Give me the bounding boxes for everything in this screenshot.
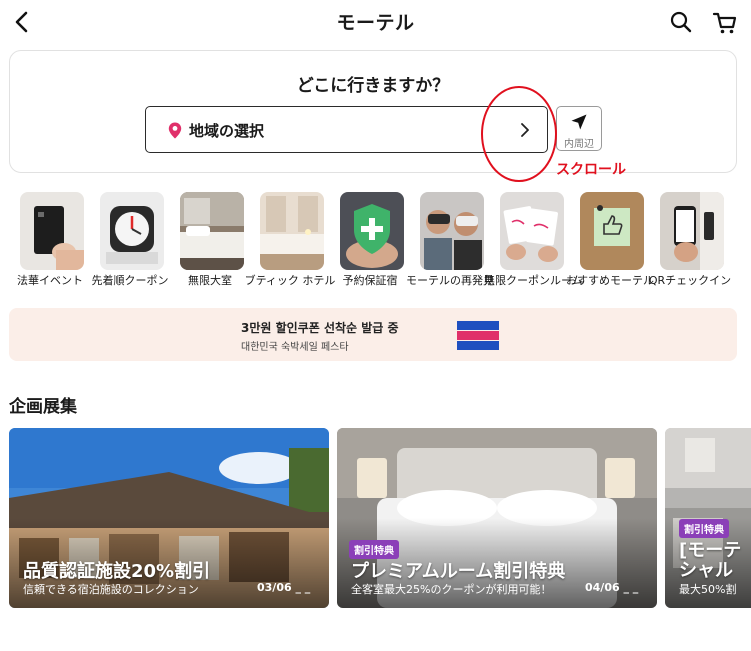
feature-card-title: 品質認証施設20%割引: [23, 561, 211, 582]
banner-title: 3만원 할인쿠폰 선착순 발급 중: [241, 321, 399, 335]
category-label: 予約保証宿: [342, 274, 398, 287]
search-card: どこに行きますか？ 地域の選択 内周辺: [9, 50, 737, 173]
category-thumbnail: [660, 192, 724, 270]
feature-card-title-line2: シャル: [679, 560, 733, 581]
category-label: ブティック ホテル: [244, 274, 336, 287]
feature-card-subtitle: 信頼できる宿泊施設のコレクション: [23, 583, 199, 596]
feature-card-date: 04/06 _ _: [585, 581, 639, 594]
region-select-button[interactable]: 地域の選択: [145, 106, 548, 153]
category-thumbnail: [180, 192, 244, 270]
category-item-boutique-hotel[interactable]: ブティック ホテル: [245, 192, 335, 290]
header: モーテル: [0, 0, 751, 44]
category-item-motel-rediscovery[interactable]: モーテルの再発見: [406, 192, 494, 290]
search-heading: どこに行きますか？: [296, 76, 450, 96]
category-item-first-come-coupon[interactable]: 先着順クーポン: [90, 192, 170, 290]
promo-banner[interactable]: 3만원 할인쿠폰 선착순 발급 중 대한민국 숙박세일 페스타: [9, 308, 737, 361]
feature-card-subtitle: 最大50%割: [679, 583, 737, 596]
category-thumbnail: [20, 192, 84, 270]
search-icon: [670, 11, 692, 33]
feature-card-title: プレミアムルーム割引特典: [351, 561, 566, 582]
category-label: 法華イベント: [17, 274, 83, 287]
category-row: 法華イベント 先着順クーポン 無限大室 ブティック ホテル 予約保証宿 モーテル…: [0, 192, 751, 292]
scroll-annotation-text: スクロール: [556, 162, 626, 178]
feature-card[interactable]: 割引特典 プレミアムルーム割引特典 全客室最大25%のクーポンが利用可能！ 04…: [337, 428, 657, 608]
search-button[interactable]: [669, 10, 693, 34]
feature-card-subtitle: 全客室最大25%のクーポンが利用可能！: [351, 583, 552, 596]
page-title: モーテル: [336, 12, 415, 34]
category-thumbnail: [500, 192, 564, 270]
category-label: 無限大室: [188, 274, 232, 287]
festa-logo: [455, 318, 501, 352]
category-item-event[interactable]: 法華イベント: [10, 192, 90, 290]
feature-card[interactable]: 割引特典 [モーテ シャル 最大50%割: [665, 428, 751, 608]
category-label: QRチェックイン: [648, 274, 732, 287]
map-pin-icon: [168, 122, 182, 139]
nearby-label: 内周辺: [564, 139, 594, 150]
chevron-right-icon: [521, 123, 529, 137]
section-title: 企画展集: [9, 397, 77, 417]
motel-page: モーテル どこに行きますか？ 地域の選択 内周辺 スクロール 法華イベント 先着…: [0, 0, 751, 651]
category-item-qr-checkin[interactable]: QRチェックイン: [649, 192, 731, 290]
region-select-label: 地域の選択: [189, 122, 265, 140]
banner-subtitle: 대한민국 숙박세일 페스타: [241, 342, 349, 353]
nearby-button[interactable]: 内周辺: [556, 106, 602, 151]
category-label: 先着順クーポン: [91, 274, 169, 287]
location-arrow-icon: [571, 114, 587, 130]
feature-card[interactable]: 品質認証施設20%割引 信頼できる宿泊施設のコレクション 03/06 _ _: [9, 428, 329, 608]
category-thumbnail: [100, 192, 164, 270]
category-label: おすすめモーテル: [566, 274, 654, 287]
category-thumbnail: [580, 192, 644, 270]
category-label: モーテルの再発見: [406, 274, 494, 287]
category-thumbnail: [420, 192, 484, 270]
category-label: 無限クーポンルーム: [484, 274, 583, 287]
category-item-recommended-motel[interactable]: おすすめモーテル: [566, 192, 654, 290]
category-thumbnail: [260, 192, 324, 270]
cart-button[interactable]: [712, 10, 738, 36]
feature-card-date: 03/06 _ _: [257, 581, 311, 594]
category-item-unlimited-coupon-room[interactable]: 無限クーポンルーム: [484, 192, 583, 290]
cart-icon: [712, 12, 737, 34]
category-item-infinite-room[interactable]: 無限大室: [170, 192, 250, 290]
category-thumbnail: [340, 192, 404, 270]
category-item-reservation-guarantee[interactable]: 予約保証宿: [330, 192, 410, 290]
